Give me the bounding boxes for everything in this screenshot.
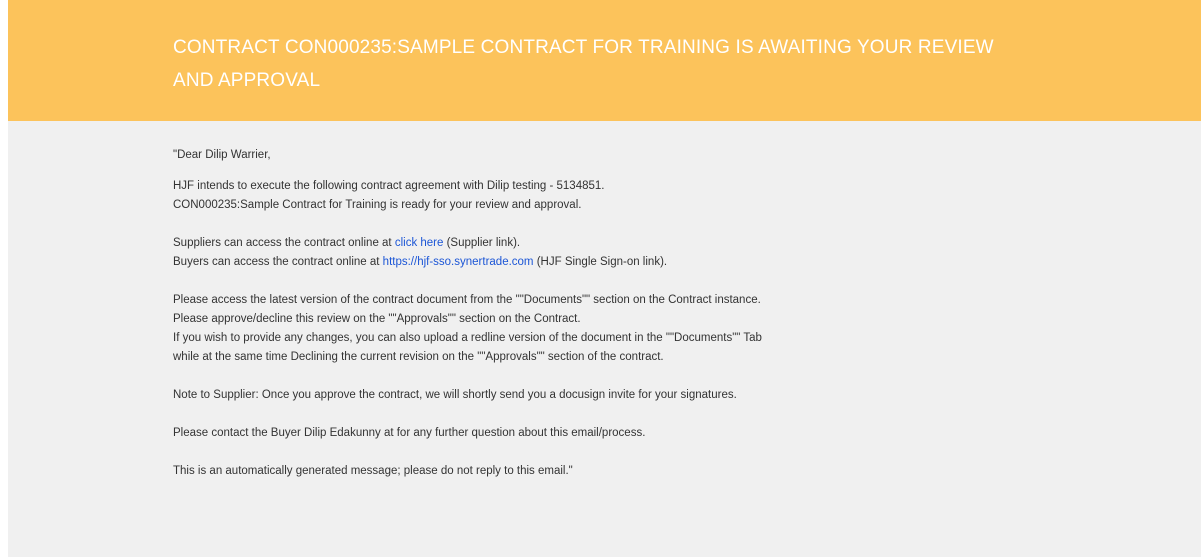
instruction-line-2: Please approve/decline this review on th… xyxy=(173,313,581,325)
supplier-access-prefix: Suppliers can access the contract online… xyxy=(173,237,395,249)
supplier-link[interactable]: click here xyxy=(395,237,444,249)
contact-paragraph: Please contact the Buyer Dilip Edakunny … xyxy=(173,427,646,439)
greeting: "Dear Dilip Warrier, xyxy=(173,149,271,161)
email-title: CONTRACT CON000235:SAMPLE CONTRACT FOR T… xyxy=(173,37,994,91)
email-body: "Dear Dilip Warrier, HJF intends to exec… xyxy=(173,146,1173,500)
supplier-note: Note to Supplier: Once you approve the c… xyxy=(173,389,737,401)
instruction-line-3: If you wish to provide any changes, you … xyxy=(173,332,762,344)
buyer-access-prefix: Buyers can access the contract online at xyxy=(173,256,383,268)
supplier-access-suffix: (Supplier link). xyxy=(443,237,521,249)
intro-line-2: CON000235:Sample Contract for Training i… xyxy=(173,199,582,211)
intro-line-1: HJF intends to execute the following con… xyxy=(173,180,605,192)
access-paragraph: Suppliers can access the contract online… xyxy=(173,234,1173,272)
email-header-banner: CONTRACT CON000235:SAMPLE CONTRACT FOR T… xyxy=(8,0,1201,121)
buyer-sso-link[interactable]: https://hjf-sso.synertrade.com xyxy=(383,256,534,268)
instruction-line-4: while at the same time Declining the cur… xyxy=(173,351,664,363)
buyer-access-suffix: (HJF Single Sign-on link). xyxy=(533,256,668,268)
instruction-line-1: Please access the latest version of the … xyxy=(173,294,761,306)
instructions-paragraph: Please access the latest version of the … xyxy=(173,291,1173,367)
supplier-access-line: Suppliers can access the contract online… xyxy=(173,234,1173,253)
auto-generated-footer: This is an automatically generated messa… xyxy=(173,465,573,477)
intro-paragraph: HJF intends to execute the following con… xyxy=(173,177,1173,215)
email-container: CONTRACT CON000235:SAMPLE CONTRACT FOR T… xyxy=(8,0,1201,557)
buyer-access-line: Buyers can access the contract online at… xyxy=(173,253,1173,272)
